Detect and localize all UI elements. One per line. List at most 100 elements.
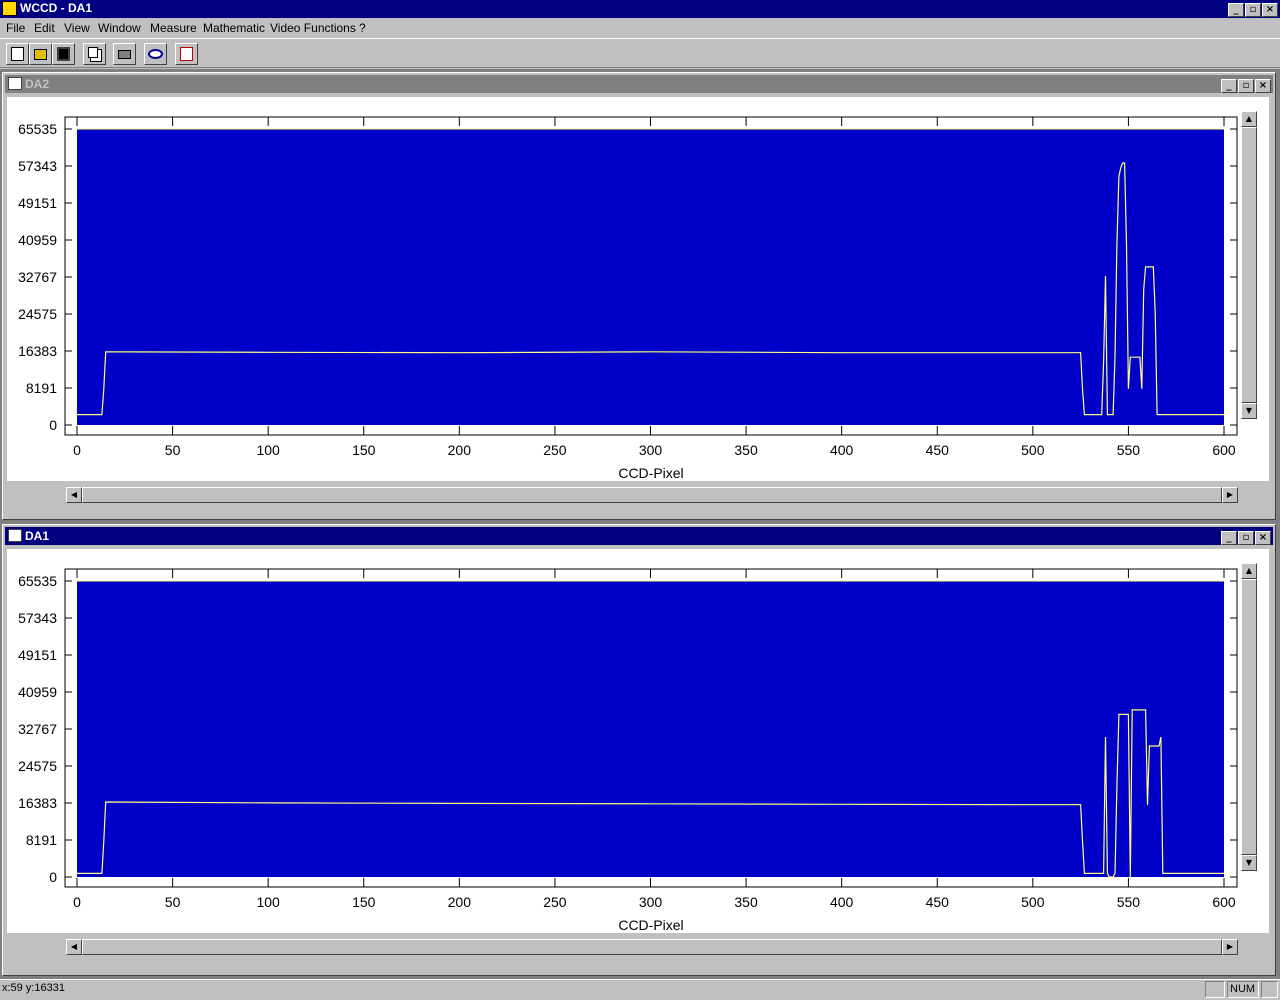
app-title: WCCD - DA1 [20,1,92,15]
x-axis-label: CCD-Pixel [618,465,683,481]
chart-window-title-bar[interactable]: DA2 _ ▫ × [5,75,1273,93]
app-icon[interactable] [2,1,17,16]
maximize-button[interactable]: ▫ [1238,531,1254,545]
horizontal-scroll-thumb[interactable] [82,487,1222,503]
scroll-down-button[interactable]: ▼ [1241,855,1257,871]
chart-window-da2[interactable]: DA2 _ ▫ × 0 8191 16383 24575 32767 40959 49151 57… [2,72,1276,520]
x-tick-label: 200 [448,442,472,458]
chart-window-title: DA1 [25,529,50,543]
y-tick-label: 65535 [18,573,57,589]
y-tick-label: 40959 [18,684,57,700]
line-chart[interactable]: 0 8191 16383 24575 32767 40959 49151 57343 65535… [7,549,1241,933]
vertical-scrollbar[interactable]: ▲ ▼ [1241,111,1257,419]
y-tick-label: 49151 [18,195,57,211]
x-tick-label: 550 [1117,894,1141,910]
x-tick-label: 150 [352,894,376,910]
x-tick-label: 200 [448,894,472,910]
menu-help[interactable]: ? [359,21,366,35]
scroll-up-button[interactable]: ▲ [1241,111,1257,127]
close-button[interactable]: × [1262,3,1278,17]
x-tick-label: 100 [256,894,280,910]
chart-window-da1[interactable]: DA1 _ ▫ × 0 8191 16383 24575 32767 40959 49151 57… [2,524,1276,976]
document-icon[interactable] [8,77,22,90]
menu-window[interactable]: Window [98,21,141,35]
x-tick-label: 400 [830,442,854,458]
new-file-button[interactable] [6,43,29,65]
maximize-button[interactable]: ▫ [1238,79,1254,93]
horizontal-scroll-thumb[interactable] [82,939,1222,955]
minimize-button[interactable]: _ [1228,3,1244,17]
scroll-down-button[interactable]: ▼ [1241,403,1257,419]
y-tick-label: 8191 [26,380,57,396]
menu-file[interactable]: File [6,21,25,35]
video-signal-icon [180,47,193,61]
plot-background [77,129,1224,425]
x-tick-label: 500 [1021,894,1045,910]
y-tick-label: 49151 [18,647,57,663]
maximize-button[interactable]: ▫ [1245,3,1261,17]
chart-area[interactable]: 0 8191 16383 24575 32767 40959 49151 57343 65535… [7,97,1269,503]
x-tick-label: 300 [639,894,663,910]
y-tick-label: 57343 [18,158,57,174]
save-disk-button[interactable] [52,43,75,65]
minimize-button[interactable]: _ [1221,79,1237,93]
vertical-scroll-thumb[interactable] [1241,579,1257,855]
app-window-controls: _ ▫ × [1227,1,1278,17]
new-file-icon [11,47,24,61]
chart-window-title: DA2 [25,77,50,91]
scroll-left-button[interactable]: ◀ [66,939,82,955]
y-tick-label: 65535 [18,121,57,137]
copy-icon [88,47,98,58]
horizontal-scrollbar[interactable]: ◀ ▶ [66,487,1238,503]
menu-edit[interactable]: Edit [34,21,55,35]
scroll-left-button[interactable]: ◀ [66,487,82,503]
vertical-scroll-thumb[interactable] [1241,127,1257,403]
x-axis-label: CCD-Pixel [618,917,683,933]
menu-measure[interactable]: Measure [150,21,197,35]
y-tick-label: 16383 [18,795,57,811]
child-window-controls: _ ▫ × [1220,529,1271,545]
copy-button[interactable] [83,43,106,65]
app-title-bar: WCCD - DA1 _ ▫ × [0,0,1280,18]
print-button[interactable] [113,43,136,65]
video-signal-button[interactable] [175,43,198,65]
chart-area[interactable]: 0 8191 16383 24575 32767 40959 49151 57343 65535… [7,549,1269,955]
scroll-up-button[interactable]: ▲ [1241,563,1257,579]
view-eye-icon [148,49,163,59]
line-chart[interactable]: 0 8191 16383 24575 32767 40959 49151 57343 65535… [7,97,1241,481]
view-eye-button[interactable] [144,43,167,65]
x-tick-label: 300 [639,442,663,458]
menu-view[interactable]: View [64,21,90,35]
plot-background [77,581,1224,877]
x-tick-label: 450 [926,442,950,458]
menu-video-functions[interactable]: Video Functions [270,21,356,35]
x-tick-label: 600 [1212,442,1236,458]
close-button[interactable]: × [1255,79,1271,93]
x-tick-label: 250 [543,894,567,910]
y-tick-label: 24575 [18,758,57,774]
x-tick-label: 550 [1117,442,1141,458]
y-tick-label: 32767 [18,721,57,737]
scroll-right-button[interactable]: ▶ [1222,487,1238,503]
close-button[interactable]: × [1255,531,1271,545]
horizontal-scrollbar[interactable]: ◀ ▶ [66,939,1238,955]
menu-bar: File Edit View Window Measure Mathematic Video… [0,18,1280,38]
minimize-button[interactable]: _ [1221,531,1237,545]
x-tick-label: 450 [926,894,950,910]
x-tick-label: 350 [734,894,758,910]
document-icon[interactable] [8,529,22,542]
vertical-scrollbar[interactable]: ▲ ▼ [1241,563,1257,871]
mdi-workspace: DA2 _ ▫ × 0 8191 16383 24575 32767 40959 49151 57… [0,69,1280,979]
menu-mathematic[interactable]: Mathematic [203,21,265,35]
chart-window-title-bar[interactable]: DA1 _ ▫ × [5,527,1273,545]
x-tick-label: 50 [165,894,181,910]
x-tick-label: 400 [830,894,854,910]
status-panel-empty [1261,981,1278,998]
scroll-right-button[interactable]: ▶ [1222,939,1238,955]
x-tick-label: 50 [165,442,181,458]
status-panel-empty [1205,981,1225,998]
open-folder-button[interactable] [29,43,52,65]
x-tick-label: 0 [73,442,81,458]
num-lock-indicator: NUM [1227,981,1259,998]
y-tick-label: 57343 [18,610,57,626]
